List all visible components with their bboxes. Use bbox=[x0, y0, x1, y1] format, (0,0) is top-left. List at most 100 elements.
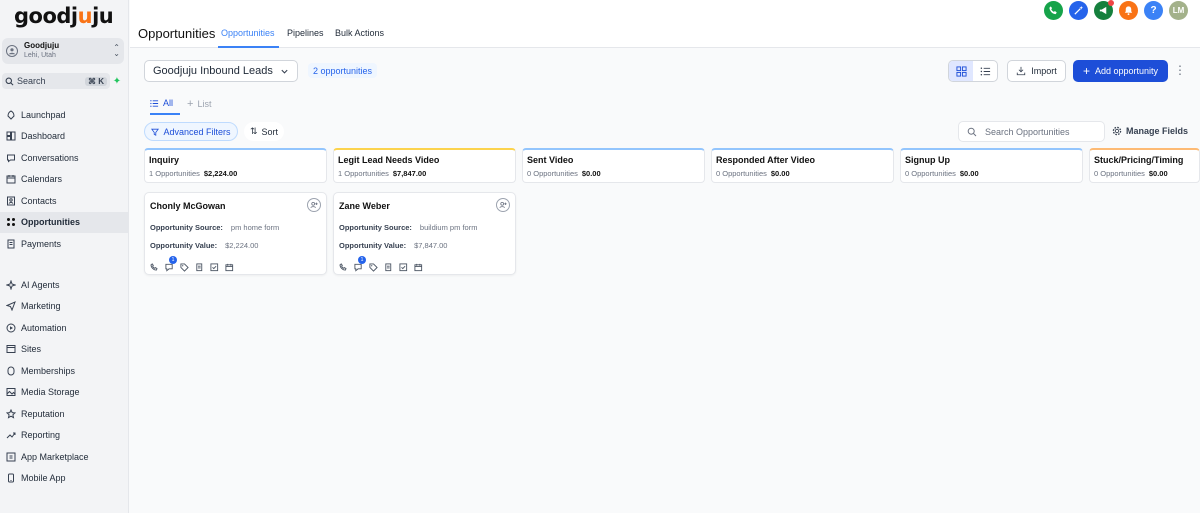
sidebar-item-automation[interactable]: Automation bbox=[0, 317, 129, 339]
sidebar-item-reputation[interactable]: Reputation bbox=[0, 403, 129, 425]
bell-icon bbox=[1124, 6, 1133, 16]
ai-sparkle-icon[interactable]: ✦ bbox=[110, 76, 124, 87]
message-icon[interactable]: 1 bbox=[165, 256, 177, 272]
opportunity-count-badge: 2 opportunities bbox=[308, 63, 378, 78]
sidebar-item-dashboard[interactable]: Dashboard bbox=[0, 126, 129, 148]
payments-icon bbox=[6, 239, 16, 249]
calendar-icon[interactable] bbox=[225, 261, 234, 272]
user-plus-icon bbox=[499, 201, 507, 209]
location-switcher[interactable]: Goodjuju Lehi, Utah ⌃ ⌄ bbox=[2, 38, 124, 64]
sidebar-item-label: Sites bbox=[21, 344, 42, 355]
source-label: Opportunity Source: bbox=[150, 223, 223, 232]
sidebar-search[interactable]: Search ⌘ K bbox=[2, 73, 110, 89]
dashboard-icon bbox=[6, 131, 16, 141]
tab-pipelines[interactable]: Pipelines bbox=[287, 28, 324, 38]
sidebar-item-contacts[interactable]: Contacts bbox=[0, 190, 129, 212]
avatar-initials: LM bbox=[1172, 6, 1185, 15]
note-icon[interactable] bbox=[384, 261, 393, 272]
assign-user-button[interactable] bbox=[307, 198, 321, 212]
sidebar-item-calendars[interactable]: Calendars bbox=[0, 169, 129, 191]
search-opportunities-input[interactable] bbox=[985, 126, 1095, 137]
assign-user-button[interactable] bbox=[496, 198, 510, 212]
phone-button[interactable] bbox=[1044, 1, 1063, 20]
search-icon bbox=[5, 77, 14, 85]
sparkle-icon bbox=[6, 279, 16, 290]
star-icon bbox=[6, 408, 16, 419]
opportunity-name[interactable]: Chonly McGowan bbox=[150, 201, 226, 211]
sidebar-item-app-marketplace[interactable]: App Marketplace bbox=[0, 446, 129, 468]
task-icon[interactable] bbox=[399, 261, 408, 272]
stage-count: 0 Opportunities bbox=[905, 169, 956, 178]
sidebar-item-memberships[interactable]: Memberships bbox=[0, 360, 129, 382]
sidebar-item-marketing[interactable]: Marketing bbox=[0, 296, 129, 318]
view-toggle bbox=[948, 60, 998, 82]
manage-fields-button[interactable]: Manage Fields bbox=[1112, 126, 1188, 136]
sidebar-search-label: Search bbox=[17, 76, 46, 86]
note-icon[interactable] bbox=[195, 261, 204, 272]
sidebar-item-media-storage[interactable]: Media Storage bbox=[0, 382, 129, 404]
stage-count: 1 Opportunities bbox=[338, 169, 389, 178]
logo-text-2: u bbox=[77, 4, 93, 28]
add-opportunity-button[interactable]: + Add opportunity bbox=[1073, 60, 1168, 82]
notifications-button[interactable] bbox=[1119, 1, 1138, 20]
announcements-button[interactable] bbox=[1094, 0, 1114, 20]
message-icon[interactable]: 1 bbox=[354, 256, 366, 272]
tab-opportunities[interactable]: Opportunities bbox=[221, 28, 275, 38]
megaphone-icon bbox=[1099, 6, 1107, 15]
location-name: Goodjuju bbox=[24, 41, 60, 50]
view-tab-all[interactable]: All bbox=[150, 98, 173, 108]
brand-logo[interactable]: goodjuju bbox=[14, 4, 114, 28]
sort-icon: ⇅ bbox=[249, 126, 258, 136]
gear-icon bbox=[1112, 126, 1122, 136]
memberships-icon bbox=[6, 366, 16, 376]
tab-bulk-actions[interactable]: Bulk Actions bbox=[335, 28, 384, 38]
plus-icon: + bbox=[1082, 64, 1090, 78]
sidebar-item-payments[interactable]: Payments bbox=[0, 233, 129, 255]
mobile-icon bbox=[6, 473, 16, 483]
add-list-tab[interactable]: + List bbox=[187, 98, 211, 110]
opportunity-card[interactable]: Zane Weber Opportunity Source: buildium pm… bbox=[333, 192, 516, 275]
user-avatar[interactable]: LM bbox=[1169, 1, 1188, 20]
tag-icon[interactable] bbox=[180, 261, 189, 272]
import-button[interactable]: Import bbox=[1007, 60, 1066, 82]
logo-text-3: ju bbox=[92, 4, 114, 28]
phone-icon[interactable] bbox=[339, 261, 348, 271]
board-view-button[interactable] bbox=[949, 61, 973, 81]
add-opportunity-label: Add opportunity bbox=[1094, 66, 1159, 76]
value-amount: $2,224.00 bbox=[225, 241, 259, 250]
advanced-filters-button[interactable]: Advanced Filters bbox=[144, 122, 238, 141]
help-button[interactable]: ? bbox=[1144, 1, 1163, 20]
list-icon bbox=[150, 99, 159, 107]
sidebar-item-mobile-app[interactable]: Mobile App bbox=[0, 468, 129, 490]
quick-actions-button[interactable] bbox=[1069, 1, 1088, 20]
pipeline-select-value: Goodjuju Inbound Leads bbox=[153, 65, 273, 77]
sidebar-item-reporting[interactable]: Reporting bbox=[0, 425, 129, 447]
sidebar-item-conversations[interactable]: Conversations bbox=[0, 147, 129, 169]
sidebar-item-launchpad[interactable]: Launchpad bbox=[0, 104, 129, 126]
send-icon bbox=[6, 301, 16, 312]
phone-icon[interactable] bbox=[150, 261, 159, 271]
calendar-icon bbox=[6, 174, 16, 184]
sort-button[interactable]: ⇅ Sort bbox=[244, 122, 284, 141]
sidebar-item-label: Opportunities bbox=[21, 217, 80, 228]
calendar-icon[interactable] bbox=[414, 261, 423, 272]
task-icon[interactable] bbox=[210, 261, 219, 272]
more-options-icon[interactable]: ⋮ bbox=[1174, 63, 1186, 77]
user-plus-icon bbox=[310, 201, 318, 209]
list-view-button[interactable] bbox=[973, 61, 997, 81]
add-list-label: List bbox=[197, 99, 212, 109]
sidebar-item-label: Calendars bbox=[21, 174, 63, 185]
tag-icon[interactable] bbox=[369, 261, 378, 272]
sidebar-item-label: Contacts bbox=[21, 195, 57, 206]
media-icon bbox=[6, 387, 16, 397]
sidebar-item-opportunities[interactable]: Opportunities bbox=[0, 211, 129, 233]
active-tab-indicator bbox=[218, 46, 279, 48]
top-bar: Opportunities Opportunities Pipelines Bu… bbox=[130, 0, 1200, 48]
pipeline-select[interactable]: Goodjuju Inbound Leads bbox=[144, 60, 298, 82]
sidebar-item-ai-agents[interactable]: AI Agents bbox=[0, 274, 129, 296]
sidebar-item-label: Payments bbox=[21, 238, 62, 249]
opportunity-name[interactable]: Zane Weber bbox=[339, 201, 390, 211]
search-icon bbox=[967, 127, 977, 136]
sidebar-item-sites[interactable]: Sites bbox=[0, 339, 129, 361]
opportunity-card[interactable]: Chonly McGowan Opportunity Source: pm home… bbox=[144, 192, 327, 275]
